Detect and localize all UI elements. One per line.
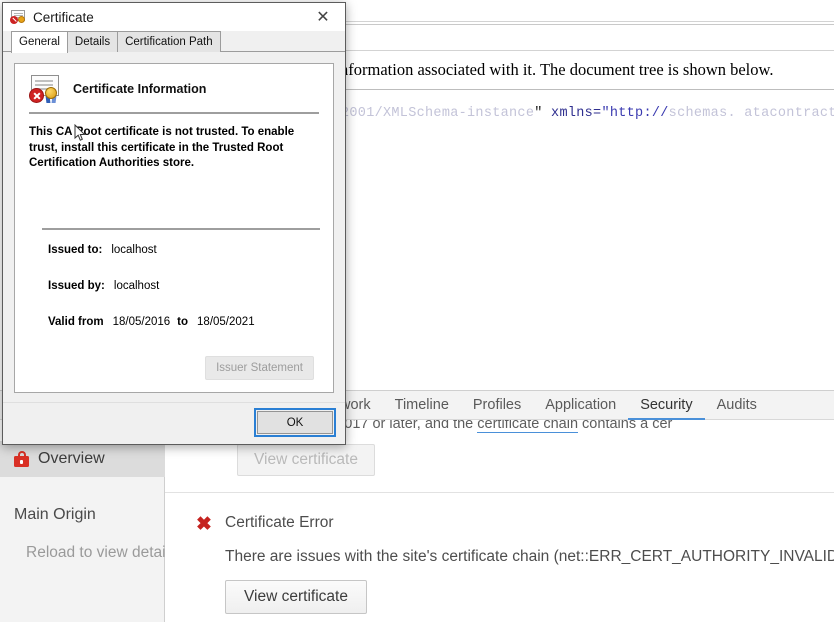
tab-audits[interactable]: Audits (705, 391, 769, 420)
field-issued-to-label: Issued to: (48, 244, 103, 256)
certificate-info-heading: Certificate Information (73, 82, 207, 96)
certificate-invalid-icon (10, 10, 26, 24)
certificate-dialog: Certificate ✕ General Details Certificat… (2, 2, 346, 445)
certificate-info-panel: Certificate Information This CA Root cer… (14, 63, 334, 393)
ok-button[interactable]: OK (254, 408, 336, 437)
tab-certification-path[interactable]: Certification Path (117, 31, 221, 52)
issuer-statement-button[interactable]: Issuer Statement (205, 356, 314, 380)
close-icon[interactable]: ✕ (301, 3, 345, 31)
certificate-seal-invalid-icon (29, 75, 61, 103)
xml-code-attr-name: xmlns= (542, 106, 602, 121)
view-certificate-button[interactable]: View certificate (225, 580, 367, 614)
security-main-content: View certificate ✖ Certificate Error The… (165, 444, 834, 622)
sidebar-item-overview-label: Overview (38, 450, 105, 467)
tab-security[interactable]: Security (628, 391, 705, 420)
field-validity: Valid from 18/05/2016 to 18/05/2021 (48, 316, 255, 328)
page-rule (340, 21, 834, 22)
xml-separator (340, 89, 834, 90)
xml-code-faded-suffix: schemas. atacontract.org/ (668, 106, 834, 121)
xml-code-line: 2001/XMLSchema-instance" xmlns="http://s… (341, 106, 834, 121)
field-issued-by-label: Issued by: (48, 280, 105, 292)
dialog-footer: OK (3, 402, 345, 444)
field-issued-by-value: localhost (113, 280, 160, 292)
dialog-tab-strip: General Details Certification Path (3, 31, 345, 53)
field-valid-from-label: Valid from (48, 316, 104, 328)
tab-timeline[interactable]: Timeline (383, 391, 461, 420)
sidebar-reload-hint: Reload to view detail (26, 544, 170, 561)
page-rule (340, 24, 834, 25)
field-issued-to-value: localhost (111, 244, 157, 256)
field-issued-by: Issued by: localhost (48, 280, 159, 292)
certificate-error-block: ✖ Certificate Error There are issues wit… (165, 492, 834, 614)
xml-code-quote: " (534, 106, 543, 121)
banner-highlight: certificate chain (477, 420, 579, 433)
divider-middle (42, 228, 320, 230)
dialog-general-page: Certificate Information This CA Root cer… (3, 52, 345, 403)
devtools-body: Overview Main Origin Reload to view deta… (0, 441, 834, 622)
page-rule (340, 50, 834, 51)
certificate-error-title: Certificate Error (225, 514, 334, 531)
banner-suffix: contains a cer (578, 420, 673, 432)
field-valid-from-value: 18/05/2016 (112, 316, 171, 328)
dialog-title-bar: Certificate ✕ (3, 3, 345, 31)
xml-code-value-start: "http:// (601, 106, 669, 121)
tab-details[interactable]: Details (66, 31, 119, 52)
tab-profiles[interactable]: Profiles (461, 391, 533, 420)
view-certificate-button-top[interactable]: View certificate (237, 444, 375, 476)
field-issued-to: Issued to: localhost (48, 244, 157, 256)
certificate-trust-warning: This CA Root certificate is not trusted.… (29, 126, 295, 169)
field-valid-to-value: 18/05/2021 (197, 316, 255, 328)
lock-icon (14, 451, 29, 467)
sidebar-item-overview[interactable]: Overview (0, 441, 165, 477)
x-mark-icon: ✖ (196, 514, 212, 535)
xml-intro-text: nformation associated with it. The docum… (340, 60, 774, 79)
sidebar-section-main-origin: Main Origin (14, 506, 96, 523)
xml-code-faded-prefix: 2001/XMLSchema-instance (341, 106, 535, 121)
security-sidebar: Overview Main Origin Reload to view deta… (0, 441, 169, 622)
divider-top (29, 112, 319, 114)
tab-application[interactable]: Application (533, 391, 628, 420)
certificate-error-description: There are issues with the site's certifi… (225, 548, 834, 565)
certificate-info-header: Certificate Information (15, 64, 333, 103)
dialog-title: Certificate (33, 9, 94, 25)
tab-general[interactable]: General (11, 31, 68, 53)
field-valid-to-word: to (177, 316, 189, 328)
